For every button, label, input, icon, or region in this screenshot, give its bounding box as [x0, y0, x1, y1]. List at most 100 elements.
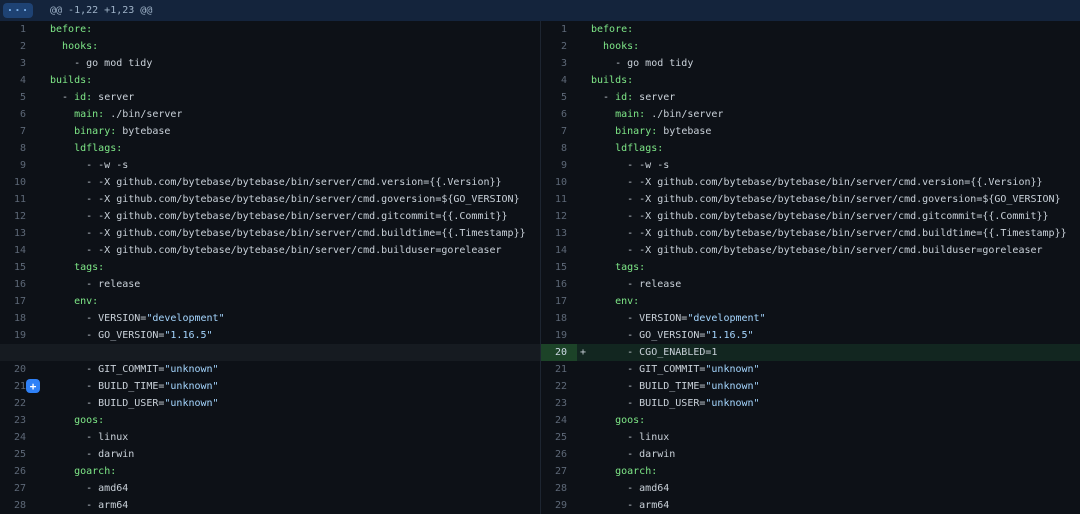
code-segment-plain: server — [92, 92, 134, 103]
line-number[interactable]: 8 — [541, 140, 577, 157]
line-number[interactable]: 13 — [0, 225, 36, 242]
line-number[interactable]: 27 — [541, 463, 577, 480]
line-number[interactable]: 29 — [541, 497, 577, 514]
diff-row: 27 goarch: — [541, 463, 1080, 480]
line-number[interactable]: 26 — [541, 446, 577, 463]
line-number[interactable]: 1 — [541, 21, 577, 38]
line-number[interactable]: 17 — [0, 293, 36, 310]
code-line: builds: — [50, 72, 92, 89]
line-number[interactable]: 15 — [0, 259, 36, 276]
diff-marker — [577, 412, 591, 429]
code-segment-plain — [591, 466, 615, 477]
line-number[interactable]: 13 — [541, 225, 577, 242]
line-number[interactable]: 4 — [0, 72, 36, 89]
code-segment-plain: - GIT_COMMIT= — [591, 364, 705, 375]
line-number[interactable]: 24 — [541, 412, 577, 429]
line-number[interactable]: 22 — [0, 395, 36, 412]
diff-marker — [577, 497, 591, 514]
diff-marker — [36, 412, 50, 429]
line-number[interactable]: 3 — [0, 55, 36, 72]
line-number[interactable]: 4 — [541, 72, 577, 89]
diff-row: 11 - -X github.com/bytebase/bytebase/bin… — [0, 191, 540, 208]
code-segment-plain: - darwin — [591, 449, 675, 460]
code-line: before: — [50, 21, 92, 38]
line-number[interactable]: 14 — [0, 242, 36, 259]
line-number[interactable]: 10 — [0, 174, 36, 191]
line-number[interactable]: 6 — [541, 106, 577, 123]
line-number[interactable]: 19 — [0, 327, 36, 344]
line-number[interactable]: 16 — [541, 276, 577, 293]
line-number[interactable]: 5 — [541, 89, 577, 106]
line-number[interactable]: 15 — [541, 259, 577, 276]
code-line: binary: bytebase — [50, 123, 170, 140]
line-number[interactable]: 11 — [0, 191, 36, 208]
diff-marker — [577, 293, 591, 310]
diff-row: 25 - darwin — [0, 446, 540, 463]
line-number[interactable]: 17 — [541, 293, 577, 310]
diff-row: 24 goos: — [541, 412, 1080, 429]
new-code-pane: 1before:2 hooks:3 - go mod tidy4builds:5… — [540, 21, 1080, 514]
diff-row: 20 - GIT_COMMIT="unknown" — [0, 361, 540, 378]
diff-marker — [36, 480, 50, 497]
line-number[interactable]: 21 — [541, 361, 577, 378]
line-number[interactable]: 20 — [541, 344, 577, 361]
hunk-header: ··· @@ -1,22 +1,23 @@ — [0, 0, 1080, 21]
line-number[interactable]: 25 — [541, 429, 577, 446]
line-number[interactable]: 26 — [0, 463, 36, 480]
code-line: goos: — [50, 412, 104, 429]
line-number[interactable]: 28 — [541, 480, 577, 497]
line-number[interactable]: 18 — [0, 310, 36, 327]
line-number[interactable]: 2 — [541, 38, 577, 55]
line-number[interactable]: 11 — [541, 191, 577, 208]
diff-marker — [36, 55, 50, 72]
line-number[interactable]: 9 — [541, 157, 577, 174]
code-segment-key: main: — [74, 109, 104, 120]
code-line: binary: bytebase — [591, 123, 711, 140]
line-number[interactable]: 5 — [0, 89, 36, 106]
line-number[interactable]: 7 — [541, 123, 577, 140]
code-segment-key: id: — [615, 92, 633, 103]
code-segment-str: "unknown" — [705, 364, 759, 375]
line-number[interactable]: 10 — [541, 174, 577, 191]
line-number[interactable]: 9 — [0, 157, 36, 174]
line-number[interactable]: 14 — [541, 242, 577, 259]
diff-row: 14 - -X github.com/bytebase/bytebase/bin… — [0, 242, 540, 259]
code-segment-plain: - -X github.com/bytebase/bytebase/bin/se… — [591, 245, 1043, 256]
line-number[interactable]: 16 — [0, 276, 36, 293]
code-segment-key: tags: — [74, 262, 104, 273]
line-number[interactable]: 18 — [541, 310, 577, 327]
code-line: ldflags: — [591, 140, 663, 157]
diff-marker — [36, 327, 50, 344]
line-number[interactable]: 22 — [541, 378, 577, 395]
line-number[interactable]: 27 — [0, 480, 36, 497]
line-number[interactable]: 3 — [541, 55, 577, 72]
code-segment-plain: - linux — [50, 432, 128, 443]
line-number[interactable]: 24 — [0, 429, 36, 446]
line-number[interactable]: 6 — [0, 106, 36, 123]
code-segment-plain: - -X github.com/bytebase/bytebase/bin/se… — [50, 194, 520, 205]
line-number[interactable]: 12 — [541, 208, 577, 225]
line-number[interactable]: 2 — [0, 38, 36, 55]
line-number[interactable]: 23 — [0, 412, 36, 429]
line-number[interactable]: 25 — [0, 446, 36, 463]
code-segment-key: builds: — [591, 75, 633, 86]
add-comment-button[interactable]: + — [26, 379, 40, 393]
code-line: - GIT_COMMIT="unknown" — [50, 361, 219, 378]
code-segment-plain: - BUILD_TIME= — [591, 381, 705, 392]
expand-diff-button[interactable]: ··· — [3, 3, 33, 18]
line-number[interactable]: 23 — [541, 395, 577, 412]
code-line: builds: — [591, 72, 633, 89]
code-segment-plain: - GO_VERSION= — [591, 330, 705, 341]
diff-row: 2 hooks: — [541, 38, 1080, 55]
code-segment-str: "unknown" — [164, 364, 218, 375]
code-segment-key: hooks: — [603, 41, 639, 52]
line-number[interactable]: 19 — [541, 327, 577, 344]
code-line: tags: — [50, 259, 104, 276]
code-line: - amd64 — [50, 480, 128, 497]
line-number[interactable]: 1 — [0, 21, 36, 38]
line-number[interactable]: 28 — [0, 497, 36, 514]
line-number[interactable]: 20 — [0, 361, 36, 378]
line-number[interactable]: 7 — [0, 123, 36, 140]
line-number[interactable]: 12 — [0, 208, 36, 225]
line-number[interactable]: 8 — [0, 140, 36, 157]
